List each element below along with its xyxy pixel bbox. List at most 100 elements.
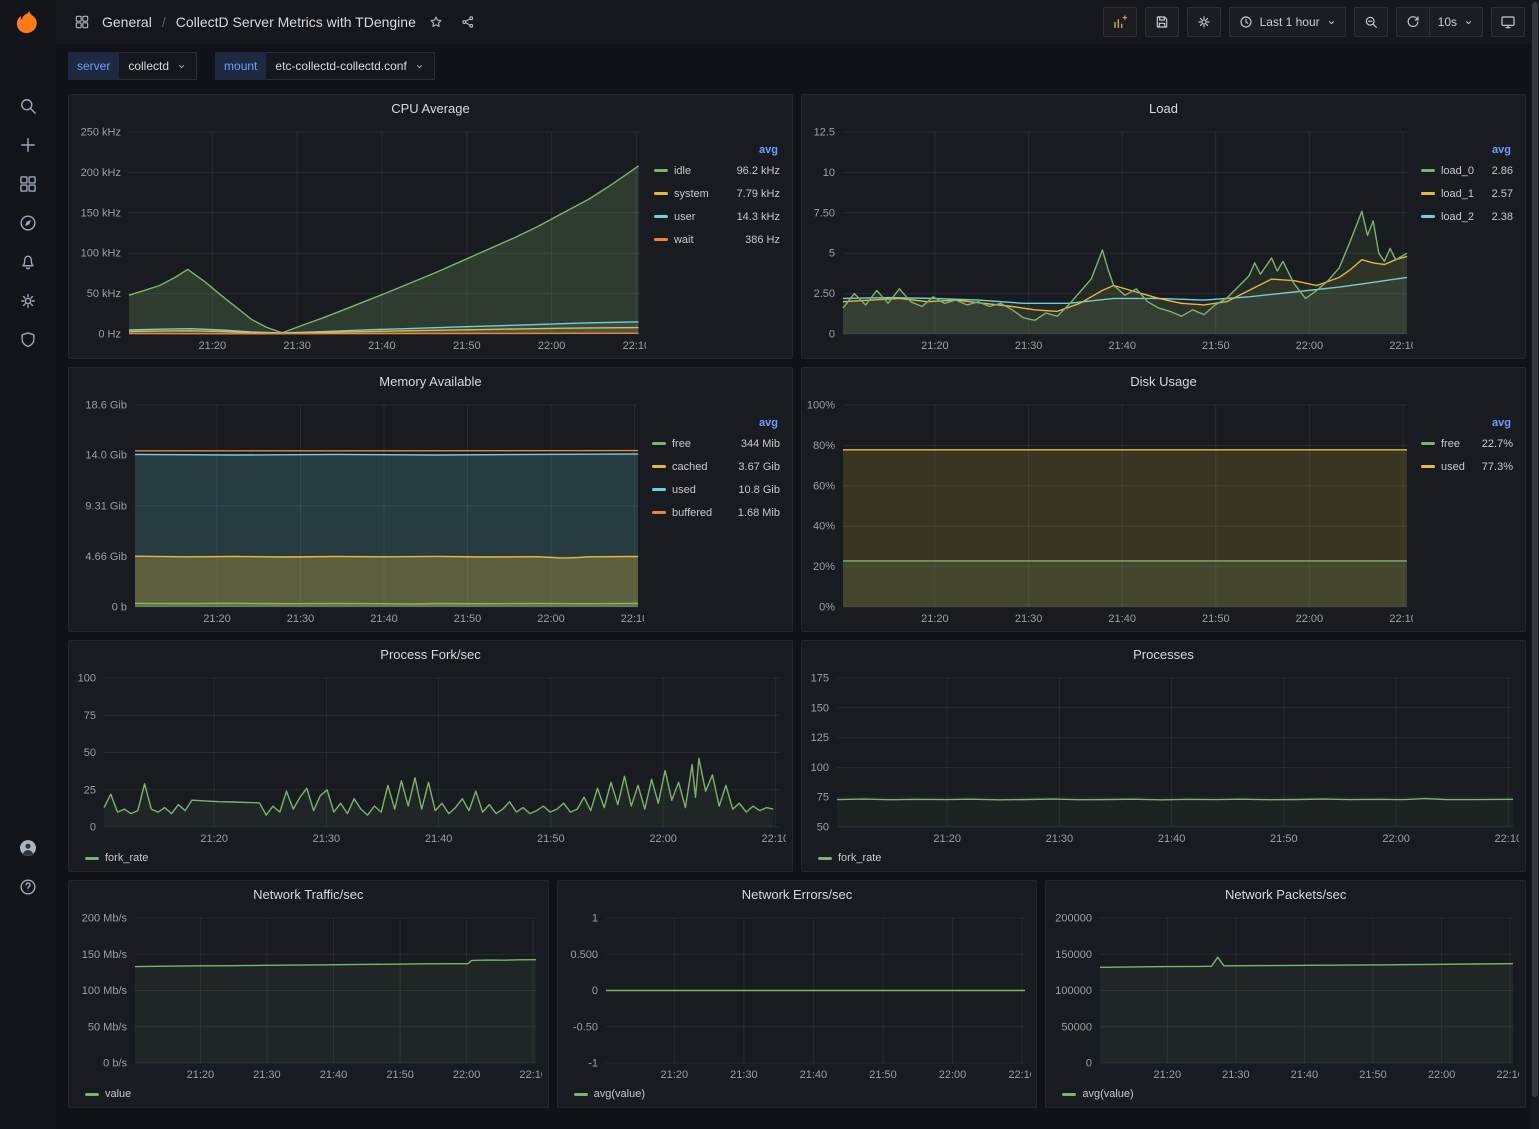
sidebar-dashboards-button[interactable] [0, 164, 56, 203]
legend-series-name: cached [672, 461, 732, 473]
sidebar-admin-button[interactable] [0, 320, 56, 359]
legend-series-name: fork_rate [105, 852, 148, 864]
panel-title[interactable]: Network Traffic/sec [69, 881, 548, 908]
scrollbar[interactable] [1531, 0, 1539, 1129]
svg-text:21:50: 21:50 [386, 1069, 414, 1081]
svg-text:0: 0 [1086, 1058, 1092, 1070]
panel-title[interactable]: CPU Average [69, 95, 792, 122]
svg-text:100: 100 [811, 762, 829, 774]
scrollbar-thumb[interactable] [1532, 2, 1538, 1097]
memory-available-chart[interactable]: 0 b4.66 Gib9.31 Gib14.0 Gib18.6 Gib21:20… [73, 395, 644, 628]
svg-text:0: 0 [90, 822, 96, 834]
legend-series-name: wait [674, 234, 739, 246]
panel-title[interactable]: Load [802, 95, 1525, 122]
svg-text:10: 10 [823, 167, 835, 179]
sidebar-search-button[interactable] [0, 86, 56, 125]
dashboards-folder-button[interactable] [70, 10, 94, 34]
star-icon [428, 14, 444, 30]
cpu-average-chart[interactable]: 0 Hz50 kHz100 kHz150 kHz200 kHz250 kHz21… [73, 122, 646, 355]
time-range-picker[interactable]: Last 1 hour [1229, 7, 1346, 37]
legend-item[interactable]: free344 Mib [652, 432, 780, 455]
legend-item[interactable]: user14.3 kHz [654, 205, 780, 228]
share-dashboard-button[interactable] [456, 10, 480, 34]
legend-item[interactable]: cached 3.67 Gib [652, 455, 780, 478]
sidebar-explore-button[interactable] [0, 203, 56, 242]
share-icon [460, 14, 476, 30]
panel-title[interactable]: Memory Available [69, 368, 792, 395]
refresh-button[interactable] [1396, 7, 1430, 37]
sidebar-configuration-button[interactable] [0, 281, 56, 320]
legend-series-name: avg(value) [594, 1088, 645, 1100]
svg-text:0: 0 [592, 985, 598, 997]
network-packets-chart[interactable]: 05000010000015000020000021:2021:3021:402… [1050, 908, 1519, 1084]
panel-network-errors: Network Errors/sec -1-0.5000.500121:2021… [557, 880, 1038, 1108]
svg-text:21:50: 21:50 [454, 613, 482, 625]
svg-text:2.50: 2.50 [814, 288, 835, 300]
legend-color-marker [652, 442, 666, 445]
svg-text:50: 50 [817, 822, 829, 834]
panel-title[interactable]: Process Fork/sec [69, 641, 792, 668]
svg-text:12.5: 12.5 [814, 127, 835, 139]
legend-item[interactable]: avg(value) [574, 1088, 645, 1100]
refresh-icon [1405, 14, 1421, 30]
legend-series-name: load_2 [1441, 211, 1486, 223]
panel-title[interactable]: Network Errors/sec [558, 881, 1037, 908]
legend-color-marker [1421, 442, 1435, 445]
dashboard-settings-button[interactable] [1187, 7, 1221, 37]
variable-server-dropdown[interactable]: collectd [119, 52, 197, 80]
legend-item[interactable]: buffered1.68 Mib [652, 501, 780, 524]
svg-text:50 Mb/s: 50 Mb/s [88, 1021, 128, 1033]
panel-process-fork: Process Fork/sec 025507510021:2021:3021:… [68, 640, 793, 872]
variable-mount-dropdown[interactable]: etc-collectd-collectd.conf [266, 52, 434, 80]
process-fork-chart[interactable]: 025507510021:2021:3021:4021:5022:0022:10 [73, 668, 786, 848]
sidebar-alerting-button[interactable] [0, 242, 56, 281]
grafana-logo[interactable] [0, 0, 56, 44]
panel-title[interactable]: Network Packets/sec [1046, 881, 1525, 908]
refresh-interval-dropdown[interactable]: 10s [1429, 7, 1483, 37]
legend-item[interactable]: value [85, 1088, 131, 1100]
panel-cpu-average: CPU Average 0 Hz50 kHz100 kHz150 kHz200 … [68, 94, 793, 359]
legend-item[interactable]: idle96.2 kHz [654, 159, 780, 182]
legend-color-marker [1421, 169, 1435, 172]
dashboard-title[interactable]: CollectD Server Metrics with TDengine [176, 14, 416, 30]
legend-item[interactable]: avg(value) [1062, 1088, 1133, 1100]
svg-text:18.6 Gib: 18.6 Gib [85, 400, 127, 412]
legend-item[interactable]: used77.3% [1421, 455, 1513, 478]
svg-text:40%: 40% [813, 521, 835, 533]
load-chart[interactable]: 02.5057.501012.521:2021:3021:4021:5022:0… [806, 122, 1413, 355]
grafana-app: General / CollectD Server Metrics with T… [0, 0, 1539, 1129]
breadcrumb-folder[interactable]: General [102, 14, 152, 30]
network-errors-chart[interactable]: -1-0.5000.500121:2021:3021:4021:5022:002… [562, 908, 1031, 1084]
sidebar-profile-button[interactable] [0, 828, 56, 867]
legend-item[interactable]: used10.8 Gib [652, 478, 780, 501]
legend-item[interactable]: fork_rate [85, 852, 148, 864]
legend-item[interactable]: load_12.57 [1421, 182, 1513, 205]
legend-item[interactable]: system7.79 kHz [654, 182, 780, 205]
legend-series-value: 96.2 kHz [737, 165, 780, 177]
panel-title[interactable]: Disk Usage [802, 368, 1525, 395]
zoom-out-time-button[interactable] [1354, 7, 1388, 37]
panel-title[interactable]: Processes [802, 641, 1525, 668]
legend-series-value: 7.79 kHz [737, 188, 780, 200]
legend-color-marker [652, 511, 666, 514]
legend-avg-header: avg [654, 144, 780, 156]
add-panel-button[interactable] [1103, 7, 1137, 37]
legend-series-value: 344 Mib [741, 438, 780, 450]
star-dashboard-button[interactable] [424, 10, 448, 34]
sidebar-create-button[interactable] [0, 125, 56, 164]
legend-item[interactable]: fork_rate [818, 852, 881, 864]
network-traffic-legend: value [73, 1084, 542, 1104]
processes-chart[interactable]: 507510012515017521:2021:3021:4021:5022:0… [806, 668, 1519, 848]
legend-series-value: 3.67 Gib [738, 461, 780, 473]
sidebar-help-button[interactable] [0, 867, 56, 906]
legend-item[interactable]: load_02.86 [1421, 159, 1513, 182]
svg-text:21:20: 21:20 [187, 1069, 215, 1081]
network-traffic-chart[interactable]: 0 b/s50 Mb/s100 Mb/s150 Mb/s200 Mb/s21:2… [73, 908, 542, 1084]
legend-item[interactable]: free22.7% [1421, 432, 1513, 455]
disk-usage-chart[interactable]: 0%20%40%60%80%100%21:2021:3021:4021:5022… [806, 395, 1413, 628]
svg-text:21:20: 21:20 [933, 833, 961, 845]
legend-item[interactable]: wait386 Hz [654, 228, 780, 251]
save-dashboard-button[interactable] [1145, 7, 1179, 37]
cycle-view-mode-button[interactable] [1491, 7, 1525, 37]
legend-item[interactable]: load_22.38 [1421, 205, 1513, 228]
